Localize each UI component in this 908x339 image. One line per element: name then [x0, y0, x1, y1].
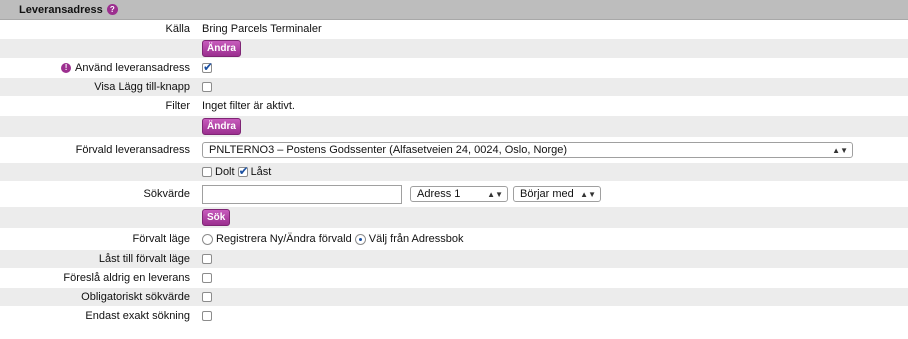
row-filter: Filter Inget filter är aktivt. — [0, 97, 908, 116]
row-oblig: Obligatoriskt sökvärde — [0, 288, 908, 307]
row-last-lage: Låst till förvalt läge — [0, 250, 908, 269]
row-forvalt-lage: Förvalt läge Registrera Ny/Ändra förvald… — [0, 229, 908, 250]
field-select[interactable]: Adress 1 ▲▼ — [410, 186, 508, 202]
oblig-label: Obligatoriskt sökvärde — [81, 291, 190, 303]
row-visa: Visa Lägg till-knapp — [0, 78, 908, 97]
last-checkbox[interactable] — [237, 164, 249, 178]
last-lage-checkbox[interactable] — [202, 254, 212, 264]
oblig-checkbox[interactable] — [202, 292, 212, 302]
andra-button-filter[interactable]: Ändra — [202, 118, 241, 135]
radio-adressbok[interactable] — [354, 233, 366, 245]
select-arrows-icon: ▲▼ — [580, 189, 596, 199]
help-icon[interactable]: ? — [106, 4, 118, 15]
andra-button-kalla[interactable]: Ändra — [202, 40, 241, 57]
exakt-label: Endast exakt sökning — [85, 310, 190, 322]
info-icon: ! — [61, 63, 72, 73]
forvald-label: Förvald leveransadress — [75, 144, 190, 156]
dolt-label: Dolt — [215, 166, 235, 178]
row-anvand: ! Använd leveransadress — [0, 59, 908, 78]
visa-checkbox[interactable] — [202, 82, 212, 92]
select-arrows-icon: ▲▼ — [487, 189, 503, 199]
row-kalla: Källa Bring Parcels Terminaler — [0, 20, 908, 39]
forvald-selected: PNLTERNO3 – Postens Godssenter (Alfasetv… — [209, 144, 568, 156]
last-label: Låst — [250, 166, 272, 178]
filter-value: Inget filter är aktivt. — [202, 100, 295, 112]
sok-button[interactable]: Sök — [202, 209, 231, 226]
last-lage-label: Låst till förvalt läge — [98, 253, 190, 265]
row-andra-1: Ändra — [0, 39, 908, 59]
field-select-value: Adress 1 — [417, 188, 461, 200]
section-title: Leveransadress — [19, 3, 103, 16]
foresla-label: Föreslå aldrig en leverans — [63, 272, 190, 284]
row-foresla: Föreslå aldrig en leverans — [0, 269, 908, 288]
radio-adressbok-label: Välj från Adressbok — [368, 233, 464, 245]
section-header: Leveransadress ? — [0, 0, 908, 20]
forvalt-lage-label: Förvalt läge — [132, 233, 190, 245]
row-dolt-last: Dolt Låst — [0, 163, 908, 182]
anvand-label: Använd leveransadress — [75, 62, 190, 74]
exakt-checkbox[interactable] — [202, 311, 212, 321]
sokvarde-label: Sökvärde — [143, 188, 190, 200]
row-sokvarde: Sökvärde Adress 1 ▲▼ Börjar med ▲▼ — [0, 182, 908, 207]
select-arrows-icon: ▲▼ — [832, 145, 848, 155]
foresla-checkbox[interactable] — [202, 273, 212, 283]
row-exakt: Endast exakt sökning — [0, 307, 908, 326]
row-forvald: Förvald leveransadress PNLTERNO3 – Poste… — [0, 138, 908, 163]
radio-registrera-label: Registrera Ny/Ändra förvald — [216, 233, 352, 245]
filter-label: Filter — [165, 100, 190, 112]
mode-select[interactable]: Börjar med ▲▼ — [513, 186, 601, 202]
kalla-value: Bring Parcels Terminaler — [202, 23, 322, 35]
forvald-select[interactable]: PNLTERNO3 – Postens Godssenter (Alfasetv… — [202, 142, 853, 158]
kalla-label: Källa — [165, 23, 190, 35]
visa-label: Visa Lägg till-knapp — [94, 81, 190, 93]
mode-select-value: Börjar med — [520, 188, 574, 200]
row-andra-2: Ändra — [0, 116, 908, 138]
radio-registrera[interactable] — [202, 233, 213, 245]
dolt-checkbox[interactable] — [202, 167, 212, 177]
anvand-checkbox[interactable] — [202, 60, 213, 74]
sokvarde-input[interactable] — [202, 184, 402, 204]
row-sok: Sök — [0, 207, 908, 229]
